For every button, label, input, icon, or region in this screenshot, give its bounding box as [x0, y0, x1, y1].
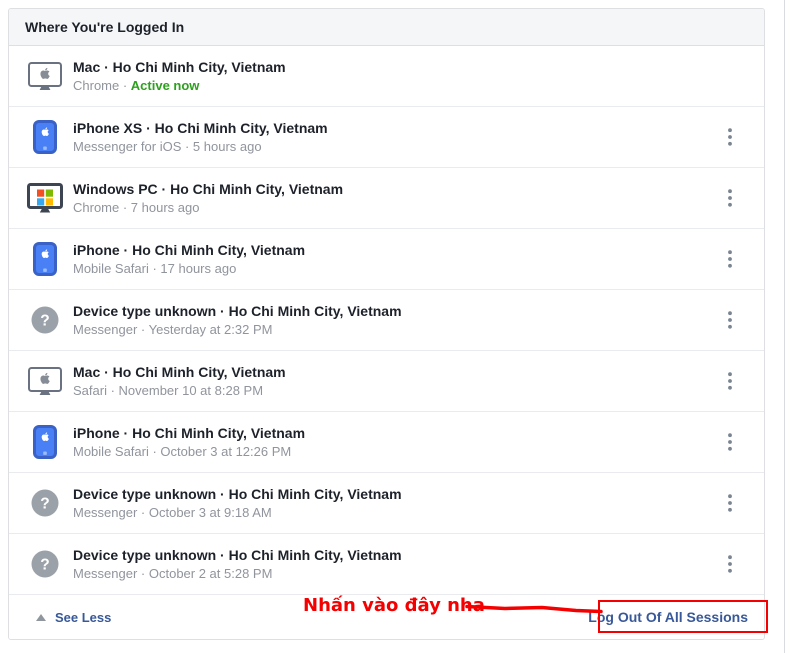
mac-icon: [25, 62, 65, 91]
svg-text:?: ?: [40, 557, 49, 574]
session-title: iPhone XS · Ho Chi Minh City, Vietnam: [73, 119, 328, 138]
svg-text:?: ?: [40, 313, 49, 330]
session-options-kebab-icon[interactable]: [718, 308, 742, 332]
session-subtitle: Safari · November 10 at 8:28 PM: [73, 382, 286, 400]
session-browser: Chrome ·: [73, 78, 131, 93]
session-subtitle: Mobile Safari · October 3 at 12:26 PM: [73, 443, 305, 461]
active-now-status: Active now: [131, 78, 200, 93]
session-row-iphone-xs: iPhone XS · Ho Chi Minh City, Vietnam Me…: [9, 107, 764, 168]
unknown-device-icon: ?: [25, 305, 65, 335]
card-title: Where You're Logged In: [25, 19, 184, 35]
session-title: Mac · Ho Chi Minh City, Vietnam: [73, 58, 286, 77]
unknown-device-icon: ?: [25, 488, 65, 518]
session-text: Windows PC · Ho Chi Minh City, Vietnam C…: [73, 180, 343, 217]
session-row-unknown-device: ? Device type unknown · Ho Chi Minh City…: [9, 290, 764, 351]
session-title: Device type unknown · Ho Chi Minh City, …: [73, 485, 402, 504]
session-subtitle: Messenger for iOS · 5 hours ago: [73, 138, 328, 156]
logged-in-sessions-page: Where You're Logged In Mac · Ho Chi Minh…: [0, 0, 793, 653]
unknown-device-icon: ?: [25, 549, 65, 579]
session-options-kebab-icon[interactable]: [718, 247, 742, 271]
session-row-iphone: iPhone · Ho Chi Minh City, Vietnam Mobil…: [9, 229, 764, 290]
session-text: Device type unknown · Ho Chi Minh City, …: [73, 546, 402, 583]
session-options-kebab-icon[interactable]: [718, 369, 742, 393]
see-less-button[interactable]: See Less: [36, 610, 111, 625]
svg-text:?: ?: [40, 496, 49, 513]
where-youre-logged-in-card: Where You're Logged In Mac · Ho Chi Minh…: [8, 8, 765, 640]
session-title: Device type unknown · Ho Chi Minh City, …: [73, 302, 402, 321]
session-text: iPhone XS · Ho Chi Minh City, Vietnam Me…: [73, 119, 328, 156]
session-text: iPhone · Ho Chi Minh City, Vietnam Mobil…: [73, 241, 305, 278]
iphone-icon: [25, 425, 65, 459]
mac-icon: [25, 367, 65, 396]
session-title: Device type unknown · Ho Chi Minh City, …: [73, 546, 402, 565]
session-text: Mac · Ho Chi Minh City, Vietnam Safari ·…: [73, 363, 286, 400]
session-row-iphone: iPhone · Ho Chi Minh City, Vietnam Mobil…: [9, 412, 764, 473]
session-text: Device type unknown · Ho Chi Minh City, …: [73, 485, 402, 522]
session-text: Device type unknown · Ho Chi Minh City, …: [73, 302, 402, 339]
session-subtitle: Chrome · Active now: [73, 77, 286, 95]
see-less-label: See Less: [55, 610, 111, 625]
session-options-kebab-icon[interactable]: [718, 430, 742, 454]
session-title: Mac · Ho Chi Minh City, Vietnam: [73, 363, 286, 382]
session-subtitle: Messenger · October 2 at 5:28 PM: [73, 565, 402, 583]
session-subtitle: Mobile Safari · 17 hours ago: [73, 260, 305, 278]
session-text: iPhone · Ho Chi Minh City, Vietnam Mobil…: [73, 424, 305, 461]
session-title: iPhone · Ho Chi Minh City, Vietnam: [73, 241, 305, 260]
session-options-kebab-icon[interactable]: [718, 186, 742, 210]
card-header: Where You're Logged In: [9, 9, 764, 46]
session-options-kebab-icon[interactable]: [718, 491, 742, 515]
windows-pc-icon: [25, 183, 65, 213]
iphone-icon: [25, 120, 65, 154]
card-footer: See Less Log Out Of All Sessions: [9, 595, 764, 639]
session-row-unknown-device: ? Device type unknown · Ho Chi Minh City…: [9, 534, 764, 595]
session-title: iPhone · Ho Chi Minh City, Vietnam: [73, 424, 305, 443]
session-options-kebab-icon[interactable]: [718, 125, 742, 149]
session-title: Windows PC · Ho Chi Minh City, Vietnam: [73, 180, 343, 199]
session-subtitle: Messenger · Yesterday at 2:32 PM: [73, 321, 402, 339]
session-text: Mac · Ho Chi Minh City, Vietnam Chrome ·…: [73, 58, 286, 95]
session-row-windows-pc: Windows PC · Ho Chi Minh City, Vietnam C…: [9, 168, 764, 229]
session-options-kebab-icon[interactable]: [718, 552, 742, 576]
iphone-icon: [25, 242, 65, 276]
session-subtitle: Chrome · 7 hours ago: [73, 199, 343, 217]
log-out-all-sessions-button[interactable]: Log Out Of All Sessions: [588, 609, 748, 625]
session-row-mac-active: Mac · Ho Chi Minh City, Vietnam Chrome ·…: [9, 46, 764, 107]
window-edge-divider: [784, 0, 785, 653]
session-row-mac: Mac · Ho Chi Minh City, Vietnam Safari ·…: [9, 351, 764, 412]
triangle-up-icon: [36, 614, 46, 621]
session-subtitle: Messenger · October 3 at 9:18 AM: [73, 504, 402, 522]
session-row-unknown-device: ? Device type unknown · Ho Chi Minh City…: [9, 473, 764, 534]
